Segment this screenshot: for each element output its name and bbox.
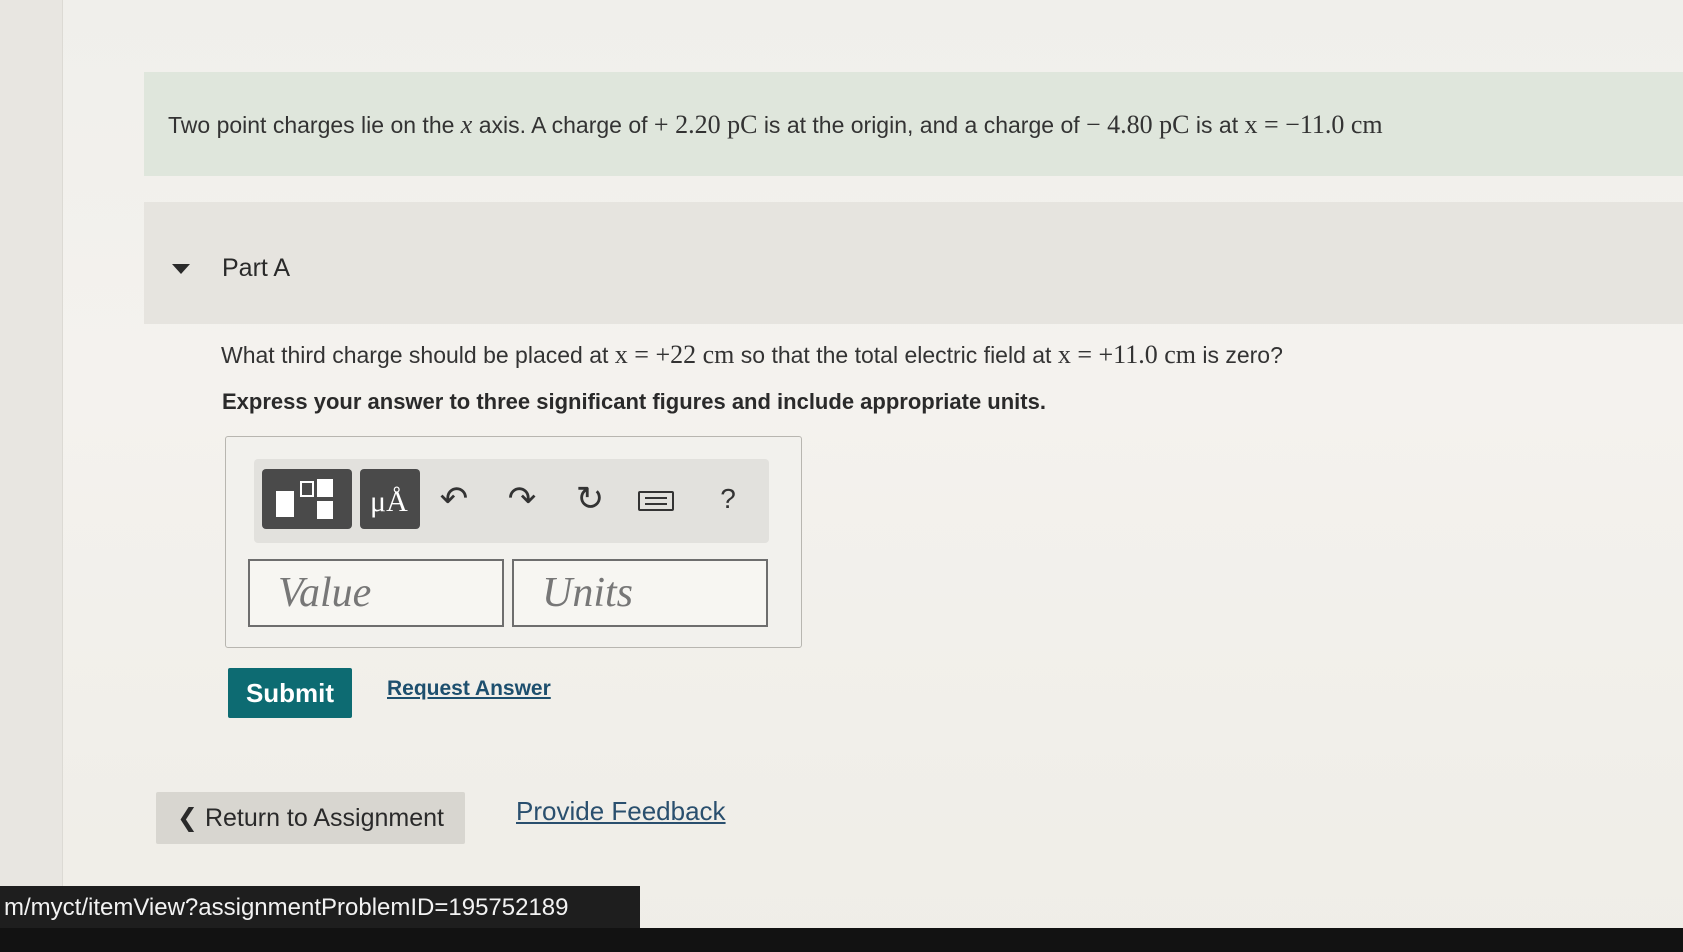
- status-bar-url: m/myct/itemView?assignmentProblemID=1957…: [0, 886, 640, 930]
- templates-button[interactable]: [262, 469, 352, 529]
- units-button[interactable]: μÅ: [360, 469, 420, 529]
- part-a-header[interactable]: Part A: [144, 202, 1683, 324]
- request-answer-link[interactable]: Request Answer: [387, 677, 551, 701]
- chevron-left-icon: ❮: [177, 804, 198, 832]
- return-label: Return to Assignment: [204, 804, 444, 832]
- keyboard-icon[interactable]: [638, 491, 674, 511]
- left-gutter: [0, 0, 63, 952]
- problem-text: Two point charges lie on the x axis. A c…: [168, 110, 1383, 139]
- page: Two point charges lie on the x axis. A c…: [0, 0, 1683, 952]
- answer-instruction: Express your answer to three significant…: [222, 389, 1046, 414]
- reset-icon[interactable]: ↻: [570, 477, 610, 521]
- problem-intro: Two point charges lie on the x axis. A c…: [144, 72, 1683, 176]
- answer-box: μÅ ↶ ↷ ↻ ? Value Units: [225, 436, 802, 648]
- part-title: Part A: [222, 254, 291, 282]
- value-input[interactable]: Value: [248, 559, 504, 627]
- redo-icon[interactable]: ↷: [502, 477, 542, 521]
- help-icon[interactable]: ?: [708, 477, 748, 521]
- units-input[interactable]: Units: [512, 559, 768, 627]
- question-text: What third charge should be placed at x …: [221, 340, 1283, 369]
- taskbar: [0, 928, 1683, 952]
- submit-button[interactable]: Submit: [228, 668, 352, 718]
- collapse-caret-icon[interactable]: [172, 264, 190, 274]
- provide-feedback-link[interactable]: Provide Feedback: [516, 796, 726, 827]
- math-toolbar: μÅ ↶ ↷ ↻ ?: [254, 459, 769, 543]
- undo-icon[interactable]: ↶: [434, 477, 474, 521]
- return-to-assignment-button[interactable]: ❮ Return to Assignment: [156, 792, 465, 844]
